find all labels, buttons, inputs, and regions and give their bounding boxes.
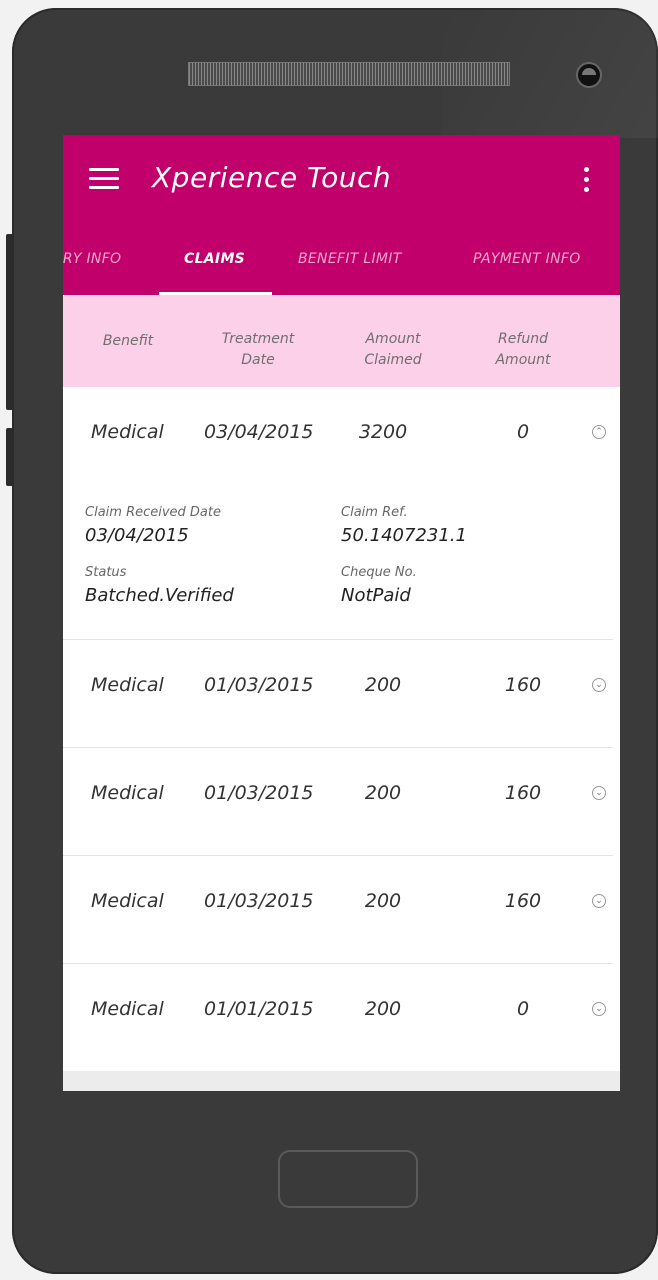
chevron-down-circle-icon[interactable]: ⌄ <box>592 1002 606 1016</box>
chevron-down-circle-icon[interactable]: ⌃ <box>592 425 606 439</box>
chevron-down-circle-icon[interactable]: ⌄ <box>592 894 606 908</box>
table-row[interactable]: Medical 01/03/2015 200 160 ⌄ <box>63 748 620 855</box>
header-treatment-line2: Date <box>241 352 275 368</box>
claim-ref-label: Claim Ref. <box>341 505 408 520</box>
benefit-cell: Medical <box>91 674 164 696</box>
front-camera-icon <box>576 62 602 88</box>
benefit-cell: Medical <box>91 782 164 804</box>
header-amount-line1: Amount <box>365 331 421 347</box>
amount-claimed-cell: 200 <box>364 782 402 804</box>
earpiece-speaker <box>188 62 510 86</box>
claim-ref-value: 50.1407231.1 <box>341 525 467 546</box>
header-treatment-date: Treatment Date <box>203 329 313 371</box>
header-benefit: Benefit <box>83 331 173 352</box>
claim-details: Claim Received Date 03/04/2015 Claim Ref… <box>63 497 620 637</box>
header-amount-line2: Claimed <box>364 352 422 368</box>
table-row[interactable]: Medical 01/03/2015 200 160 ⌄ <box>63 640 620 747</box>
list-footer <box>63 1071 620 1091</box>
treatment-date-cell: 01/01/2015 <box>204 998 314 1020</box>
treatment-date-cell: 01/03/2015 <box>204 782 314 804</box>
claims-table-header: Benefit Treatment Date Amount Claimed Re… <box>63 295 620 387</box>
header-benefit-label: Benefit <box>102 333 154 349</box>
header-treatment-line1: Treatment <box>221 331 295 347</box>
treatment-date-cell: 01/03/2015 <box>204 674 314 696</box>
benefit-cell: Medical <box>91 890 164 912</box>
app-bar: Xperience Touch ARY INFO CLAIMS BENEFIT … <box>63 135 620 295</box>
tab-benefit-limit[interactable]: BENEFIT LIMIT <box>298 251 402 267</box>
claim-received-date-label: Claim Received Date <box>85 505 221 520</box>
app-title: Xperience Touch <box>152 161 392 194</box>
amount-claimed-cell: 200 <box>364 674 402 696</box>
tab-bar: ARY INFO CLAIMS BENEFIT LIMIT PAYMENT IN… <box>63 235 620 295</box>
hamburger-icon[interactable] <box>89 166 119 190</box>
refund-amount-cell: 0 <box>516 421 530 443</box>
amount-claimed-cell: 200 <box>364 998 402 1020</box>
table-row[interactable]: Medical 03/04/2015 3200 0 ⌃ <box>63 387 620 497</box>
tab-summary-info[interactable]: ARY INFO <box>63 251 121 267</box>
volume-button[interactable] <box>6 234 13 410</box>
refund-amount-cell: 0 <box>516 998 530 1020</box>
header-refund-line2: Amount <box>495 352 551 368</box>
treatment-date-cell: 03/04/2015 <box>204 421 314 443</box>
tab-payment-info[interactable]: PAYMENT INFO <box>473 251 581 267</box>
home-button[interactable] <box>278 1150 418 1208</box>
status-value: Batched.Verified <box>85 585 234 606</box>
chevron-down-circle-icon[interactable]: ⌄ <box>592 786 606 800</box>
chevron-down-circle-icon[interactable]: ⌄ <box>592 678 606 692</box>
table-row[interactable]: Medical 01/01/2015 200 0 ⌄ <box>63 964 620 1071</box>
cheque-no-label: Cheque No. <box>341 565 417 580</box>
status-label: Status <box>85 565 127 580</box>
header-refund-line1: Refund <box>498 331 548 347</box>
benefit-cell: Medical <box>91 421 164 443</box>
claim-received-date-value: 03/04/2015 <box>85 525 189 546</box>
refund-amount-cell: 160 <box>504 890 542 912</box>
refund-amount-cell: 160 <box>504 782 542 804</box>
header-amount-claimed: Amount Claimed <box>338 329 448 371</box>
benefit-cell: Medical <box>91 998 164 1020</box>
refund-amount-cell: 160 <box>504 674 542 696</box>
tab-claims[interactable]: CLAIMS <box>184 251 245 267</box>
power-button[interactable] <box>6 428 13 486</box>
treatment-date-cell: 01/03/2015 <box>204 890 314 912</box>
header-refund-amount: Refund Amount <box>468 329 578 371</box>
cheque-no-value: NotPaid <box>341 585 411 606</box>
amount-claimed-cell: 200 <box>364 890 402 912</box>
table-row[interactable]: Medical 01/03/2015 200 160 ⌄ <box>63 856 620 963</box>
amount-claimed-cell: 3200 <box>358 421 408 443</box>
more-vertical-icon[interactable] <box>581 165 591 195</box>
app-screen: Xperience Touch ARY INFO CLAIMS BENEFIT … <box>63 135 620 1091</box>
